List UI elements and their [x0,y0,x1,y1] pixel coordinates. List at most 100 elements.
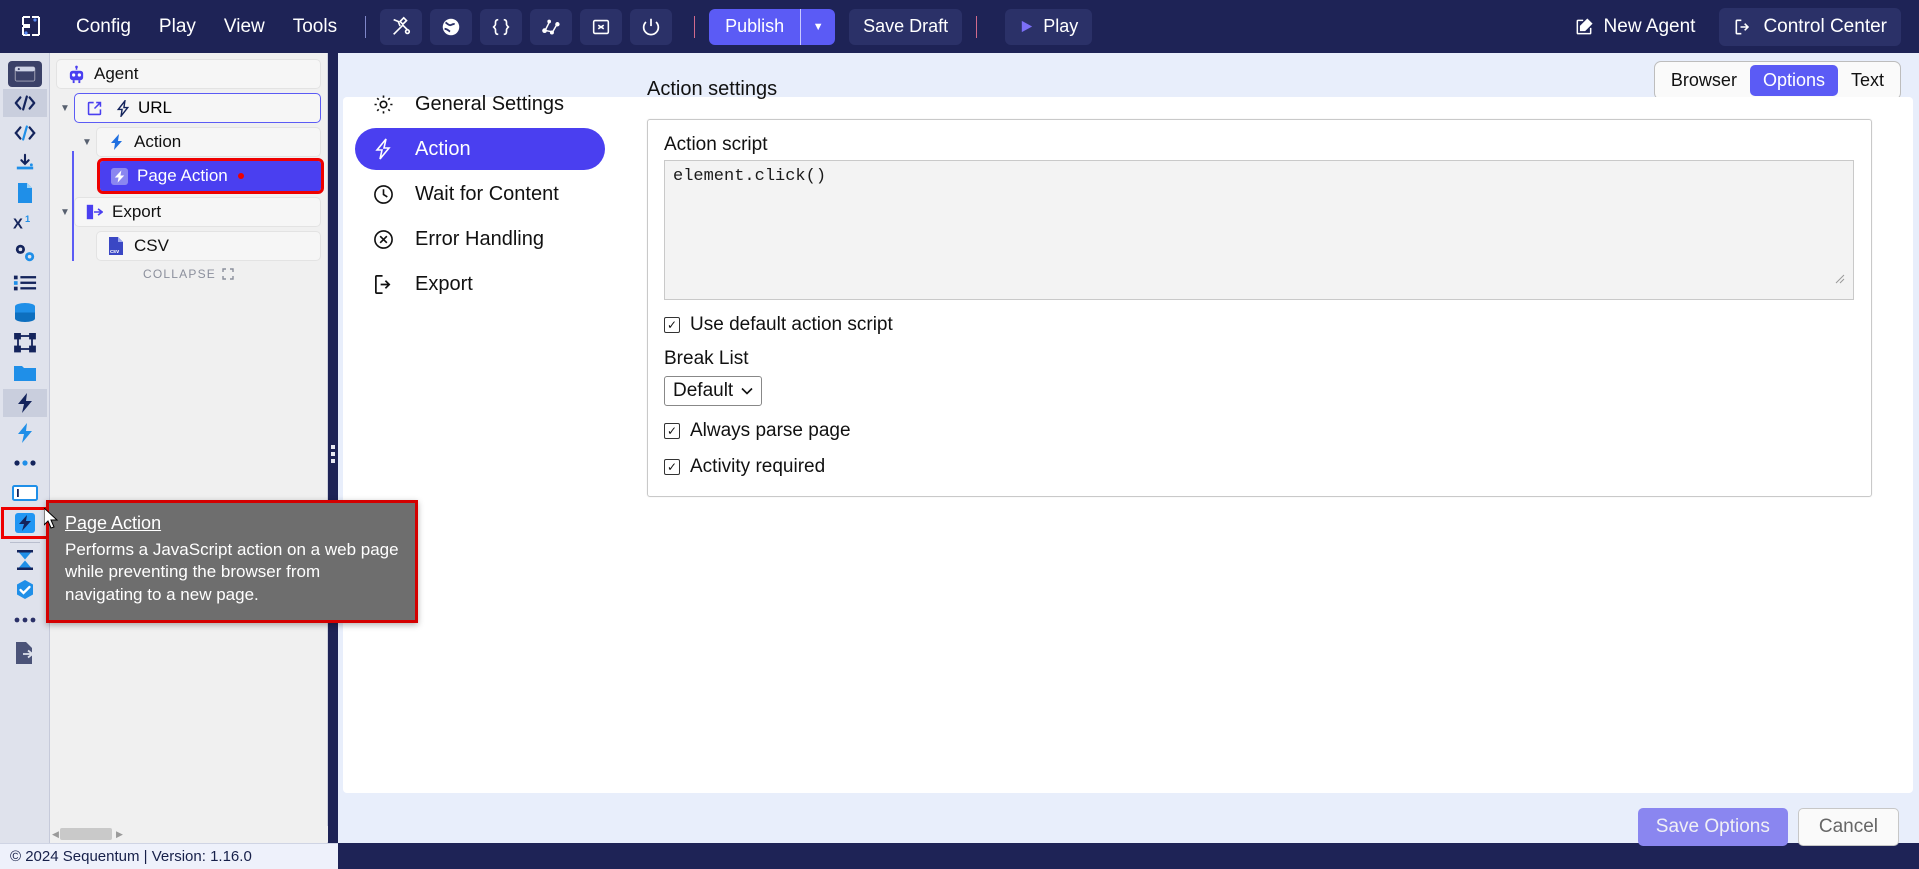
menu-view[interactable]: View [210,9,279,45]
new-agent-button[interactable]: New Agent [1560,8,1710,46]
checkbox-always-parse-page[interactable]: ✓ [664,423,680,439]
menu-config[interactable]: Config [62,9,145,45]
play-button[interactable]: Play [1005,8,1093,45]
tree-node-action-label: Action [134,132,182,151]
tree-toggle-action[interactable]: ▼ [78,137,96,148]
settings-item-wait-for-content[interactable]: Wait for Content [355,173,605,215]
svg-text:csv: csv [110,249,120,255]
settings-item-general-settings[interactable]: General Settings [355,83,605,125]
rail-code-icon[interactable] [2,89,47,117]
export-icon [83,203,105,221]
rail-browser-window-icon[interactable] [7,61,42,87]
rail-settings-gears-icon[interactable] [3,239,47,267]
left-icon-rail: X 1 [0,53,50,869]
rail-action-blue-icon[interactable] [3,419,47,447]
page-action-tooltip: Page Action Performs a JavaScript action… [46,500,418,624]
collapse-tree-button[interactable]: COLLAPSE [50,267,327,281]
textarea-resize-grip[interactable] [1835,274,1845,284]
tree-node-export[interactable]: Export [74,197,321,227]
rail-hourglass-icon[interactable] [3,546,47,574]
action-script-value: element.click() [673,167,827,186]
external-link-icon [1733,17,1753,37]
rail-action-dark-icon[interactable] [2,389,47,417]
new-agent-label: New Agent [1603,15,1696,37]
divider-grip-handle[interactable] [331,445,335,467]
action-settings-content: Action settings Action script element.cl… [647,78,1877,497]
rail-file-icon[interactable] [3,179,47,207]
scroll-right-arrow-icon[interactable]: ▶ [116,829,123,840]
settings-item-error-handling[interactable]: Error Handling [355,218,605,260]
rail-database-icon[interactable] [3,299,47,327]
play-triangle-icon [1019,19,1034,34]
share-nodes-icon[interactable] [530,8,573,45]
status-bar-text: © 2024 Sequentum | Version: 1.16.0 [10,848,252,865]
tooltip-body: Performs a JavaScript action on a web pa… [65,540,399,604]
play-button-label: Play [1043,16,1079,36]
export-box-icon[interactable] [580,8,623,45]
menu-tools[interactable]: Tools [279,9,351,45]
tree-node-url[interactable]: URL [74,93,321,123]
chevron-down-icon[interactable]: ▼ [801,8,836,45]
tree-node-page-action[interactable]: Page Action [97,158,324,194]
checkbox-activity-required[interactable]: ✓ [664,459,680,475]
rail-export-doc-icon[interactable] [3,636,47,670]
settings-item-export[interactable]: Export [355,263,605,305]
tree-horizontal-scrollbar[interactable]: ◀ ▶ [50,826,328,842]
sequentum-logo-icon[interactable] [14,9,50,45]
agent-tree-panel: Agent ▼ URL ▼ Action Page Action ▼ Expor… [50,53,328,843]
action-script-fieldset: Action script element.click() ✓ Use defa… [647,119,1872,497]
status-bar: © 2024 Sequentum | Version: 1.16.0 [0,843,338,869]
publish-button-group[interactable]: Publish ▼ [709,8,836,45]
tree-toggle-url[interactable]: ▼ [56,103,74,114]
tools-wrench-icon[interactable] [380,8,423,45]
tree-row-action: ▼ Action [78,127,321,157]
top-toolbar: Config Play View Tools Publish ▼ Save Dr… [0,0,1919,53]
checkbox-use-default-action-script[interactable]: ✓ [664,317,680,333]
tree-node-page-action-label: Page Action [137,166,228,185]
rail-code-blue-icon[interactable] [3,119,47,147]
bolt-icon [371,138,395,160]
clock-icon [371,184,395,205]
rail-list-icon[interactable] [3,269,47,297]
control-center-button[interactable]: Control Center [1719,7,1901,46]
cancel-button[interactable]: Cancel [1797,808,1899,846]
rail-ellipsis-icon[interactable] [3,606,47,634]
action-script-input[interactable]: element.click() [664,160,1854,300]
rail-page-action-icon[interactable] [0,507,49,539]
tree-row-page-action: Page Action [97,158,324,194]
settings-nav-menu: General Settings Action Wait for Content [355,83,605,308]
tree-row-csv: csv CSV [78,231,321,261]
scroll-left-arrow-icon[interactable]: ◀ [52,829,59,840]
save-draft-button[interactable]: Save Draft [849,8,963,45]
break-list-label: Break List [664,348,749,369]
robot-icon [65,65,87,84]
break-list-select[interactable]: Default [664,376,763,406]
panel-footer-buttons: Save Options Cancel [1637,808,1899,846]
tooltip-title: Page Action [65,513,162,533]
settings-item-action[interactable]: Action [355,128,605,170]
power-icon[interactable] [630,8,673,45]
scrollbar-thumb[interactable] [60,828,112,840]
checkbox-row-activity-required[interactable]: ✓ Activity required [664,456,1855,478]
checkbox-row-always-parse-page[interactable]: ✓ Always parse page [664,420,1855,442]
rail-input-field-icon[interactable] [3,479,47,507]
tree-node-agent[interactable]: Agent [56,59,321,89]
rail-folder-icon[interactable] [3,359,47,387]
rail-check-badge-icon[interactable] [3,576,47,604]
collapse-label-text: COLLAPSE [143,267,216,281]
tree-node-action[interactable]: Action [96,127,321,157]
globe-icon[interactable] [430,8,473,45]
rail-xpath-icon[interactable]: X 1 [3,209,47,237]
break-list-value: Default [673,380,734,401]
publish-button[interactable]: Publish [709,8,801,45]
menu-play[interactable]: Play [145,9,210,45]
tree-node-csv[interactable]: csv CSV [96,231,321,261]
code-braces-icon[interactable] [480,8,523,45]
rail-selection-box-icon[interactable] [3,329,47,357]
rail-more-dots-icon[interactable] [3,449,47,477]
control-center-label: Control Center [1763,15,1887,37]
save-options-button[interactable]: Save Options [1637,808,1788,846]
settings-item-general-settings-label: General Settings [415,92,564,115]
rail-download-icon[interactable] [3,149,47,177]
checkbox-row-use-default-action-script[interactable]: ✓ Use default action script [664,314,1855,336]
